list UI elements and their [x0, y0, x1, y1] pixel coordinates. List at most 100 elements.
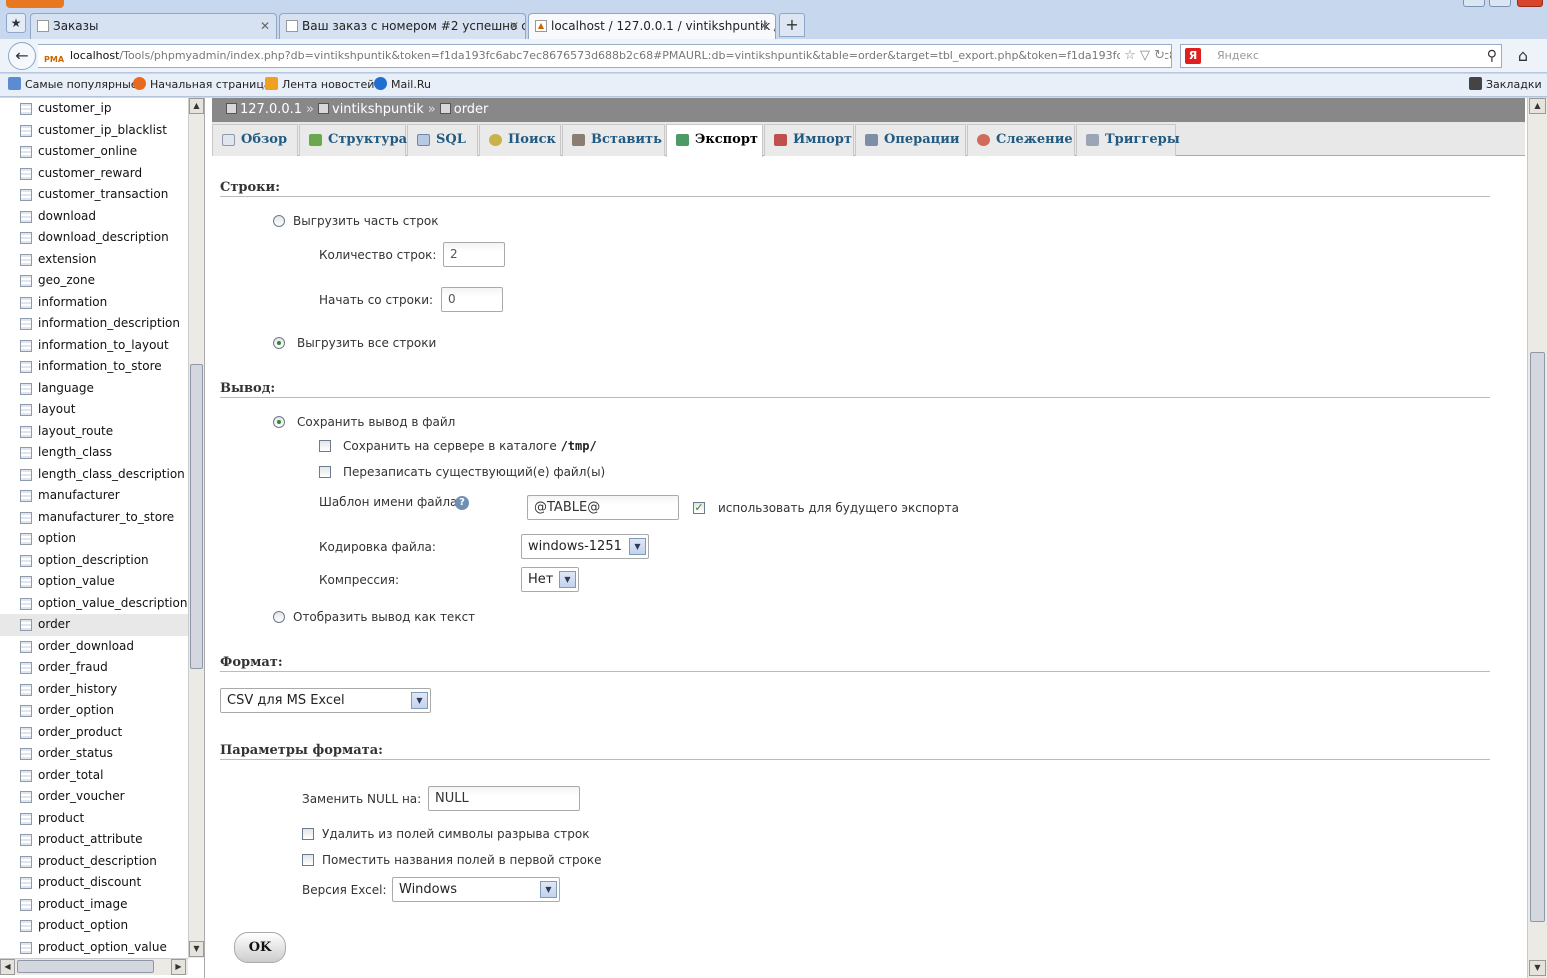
table-icon[interactable] — [20, 640, 32, 653]
table-name[interactable]: order — [38, 617, 70, 631]
table-name[interactable]: order_voucher — [38, 789, 125, 803]
close-window-button[interactable] — [1517, 0, 1543, 7]
table-name[interactable]: customer_transaction — [38, 187, 168, 201]
remove-crlf-checkbox[interactable] — [302, 828, 314, 840]
scrollbar-thumb[interactable] — [1530, 352, 1545, 922]
table-icon[interactable] — [20, 662, 32, 674]
ok-button[interactable]: OK — [234, 932, 286, 963]
table-name[interactable]: product_image — [38, 897, 128, 911]
bookmarks-menu[interactable]: Закладки — [1469, 74, 1542, 96]
scroll-down-icon[interactable]: ▼ — [1529, 960, 1546, 976]
save-to-file-label[interactable]: Сохранить вывод в файл — [297, 415, 455, 429]
table-icon[interactable] — [20, 812, 32, 825]
export-partial-rows-radio[interactable] — [273, 215, 285, 227]
table-icon[interactable] — [20, 554, 32, 567]
save-on-server-label[interactable]: Сохранить на сервере в каталоге /tmp/ — [343, 439, 597, 453]
sidebar-table-item[interactable]: extension — [0, 249, 188, 271]
sidebar-table-item[interactable]: layout_route — [0, 421, 188, 443]
table-icon[interactable] — [20, 253, 32, 266]
sidebar-table-item[interactable]: information — [0, 292, 188, 314]
table-icon[interactable] — [20, 726, 32, 739]
bookmark-star-icon[interactable]: ☆ — [1124, 48, 1136, 63]
sidebar-table-item[interactable]: order_fraud — [0, 657, 188, 679]
overwrite-files-label[interactable]: Перезаписать существующий(е) файл(ы) — [343, 465, 605, 479]
sidebar-table-item[interactable]: product_image — [0, 894, 188, 916]
sidebar-table-item[interactable]: product_attribute — [0, 829, 188, 851]
navigation-horizontal-scrollbar[interactable]: ◀ ▶ — [0, 958, 188, 975]
table-name[interactable]: customer_reward — [38, 166, 142, 180]
sidebar-table-item[interactable]: information_to_store — [0, 356, 188, 378]
table-icon[interactable] — [20, 490, 32, 502]
table-name[interactable]: download_description — [38, 230, 169, 244]
tab-sql[interactable]: SQL — [407, 124, 478, 156]
main-vertical-scrollbar[interactable]: ▲ ▼ — [1527, 98, 1547, 978]
bookmark-mailru[interactable]: Mail.Ru — [374, 74, 431, 96]
table-name[interactable]: layout_route — [38, 424, 113, 438]
sidebar-table-item[interactable]: customer_ip — [0, 98, 188, 120]
scroll-down-icon[interactable]: ▼ — [189, 941, 204, 957]
charset-select[interactable]: windows-1251 ▼ — [521, 534, 649, 559]
sidebar-table-item[interactable]: product_discount — [0, 872, 188, 894]
table-icon[interactable] — [20, 877, 32, 889]
close-tab-icon[interactable]: ✕ — [260, 14, 270, 38]
table-name[interactable]: length_class_description — [38, 467, 185, 481]
sidebar-table-item[interactable]: order_download — [0, 636, 188, 658]
table-name[interactable]: option_description — [38, 553, 149, 567]
table-icon[interactable] — [20, 447, 32, 459]
table-name[interactable]: layout — [38, 402, 75, 416]
table-name[interactable]: product_description — [38, 854, 157, 868]
browser-tab-phpmyadmin[interactable]: ▲ localhost / 127.0.0.1 / vintikshpuntik… — [528, 13, 776, 39]
sidebar-table-item[interactable]: customer_ip_blacklist — [0, 120, 188, 142]
address-bar[interactable]: PMA localhost/Tools/phpmyadmin/index.php… — [38, 44, 1172, 68]
table-icon[interactable] — [20, 705, 32, 717]
table-icon[interactable] — [20, 468, 32, 481]
sidebar-table-item[interactable]: customer_online — [0, 141, 188, 163]
table-name[interactable]: order_fraud — [38, 660, 108, 674]
table-name[interactable]: information_description — [38, 316, 180, 330]
search-icon[interactable]: ⚲ — [1487, 45, 1497, 67]
home-icon[interactable]: ⌂ — [1511, 45, 1535, 67]
table-icon[interactable] — [20, 597, 32, 610]
output-as-text-label[interactable]: Отобразить вывод как текст — [293, 610, 475, 624]
search-input[interactable]: Я Яндекс ⚲ — [1180, 44, 1502, 68]
table-icon[interactable] — [20, 898, 32, 911]
table-icon[interactable] — [20, 769, 32, 782]
table-name[interactable]: product_option_value — [38, 940, 167, 954]
sidebar-table-item[interactable]: layout — [0, 399, 188, 421]
table-name[interactable]: order_download — [38, 639, 134, 653]
overwrite-files-checkbox[interactable] — [319, 466, 331, 478]
table-icon[interactable] — [20, 533, 32, 545]
export-all-rows-label[interactable]: Выгрузить все строки — [297, 336, 436, 350]
sidebar-table-item[interactable]: product_option_value — [0, 937, 188, 959]
filename-template-input[interactable]: @TABLE@ — [527, 495, 679, 520]
table-icon[interactable] — [20, 296, 32, 309]
bookmark-most-visited[interactable]: Самые популярные — [8, 74, 138, 96]
table-icon[interactable] — [20, 511, 32, 524]
table-icon[interactable] — [20, 920, 32, 932]
breadcrumb-server[interactable]: 127.0.0.1 — [240, 102, 302, 117]
sidebar-table-item[interactable]: geo_zone — [0, 270, 188, 292]
table-name[interactable]: customer_online — [38, 144, 137, 158]
sidebar-table-item[interactable]: order — [0, 614, 188, 636]
sidebar-table-item[interactable]: product_description — [0, 851, 188, 873]
table-icon[interactable] — [20, 146, 32, 158]
close-tab-icon[interactable]: ✕ — [759, 14, 769, 38]
help-icon[interactable]: ? — [455, 496, 469, 510]
sidebar-table-item[interactable]: order_history — [0, 679, 188, 701]
tab-triggers[interactable]: Триггеры — [1076, 124, 1180, 156]
excel-version-select[interactable]: Windows ▼ — [392, 877, 560, 902]
table-name[interactable]: order_product — [38, 725, 122, 739]
sidebar-table-item[interactable]: download_description — [0, 227, 188, 249]
table-name[interactable]: order_option — [38, 703, 114, 717]
tab-export[interactable]: Экспорт — [666, 124, 763, 157]
remember-template-label[interactable]: использовать для будущего экспорта — [718, 501, 959, 515]
sidebar-table-item[interactable]: download — [0, 206, 188, 228]
scroll-right-icon[interactable]: ▶ — [171, 959, 186, 975]
sidebar-table-item[interactable]: customer_transaction — [0, 184, 188, 206]
tab-search[interactable]: Поиск — [479, 124, 561, 156]
table-icon[interactable] — [20, 425, 32, 438]
firefox-menu-button[interactable] — [6, 0, 64, 8]
maximize-button[interactable] — [1489, 0, 1511, 7]
table-name[interactable]: information_to_store — [38, 359, 162, 373]
format-select[interactable]: CSV для MS Excel ▼ — [220, 688, 431, 713]
